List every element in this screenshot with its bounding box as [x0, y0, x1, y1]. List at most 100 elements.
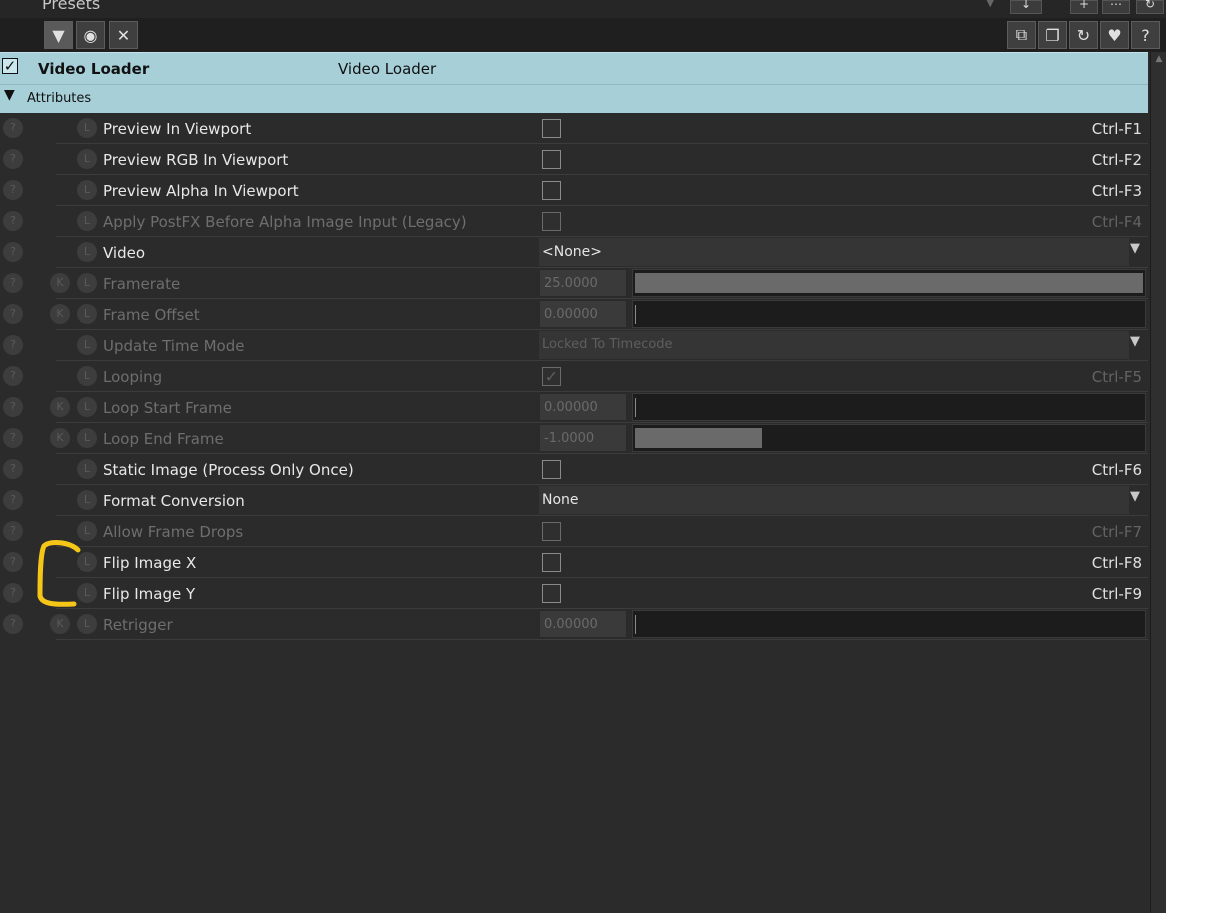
- help-icon[interactable]: ?: [3, 211, 23, 231]
- number-field[interactable]: 0.00000: [539, 393, 627, 421]
- scroll-up-icon[interactable]: ▲: [1153, 54, 1165, 64]
- link-icon[interactable]: L: [77, 149, 97, 169]
- slider-handle[interactable]: [635, 305, 636, 324]
- presets-dropdown-icon[interactable]: ▼: [986, 0, 994, 9]
- keyframe-icon[interactable]: K: [50, 614, 70, 634]
- attribute-checkbox[interactable]: [542, 181, 561, 200]
- help-button[interactable]: ?: [1131, 21, 1160, 49]
- attribute-row: ? K L Frame Offset 0.00000: [0, 299, 1148, 330]
- shortcut-label: Ctrl-F8: [1091, 554, 1142, 572]
- attribute-checkbox[interactable]: [542, 212, 561, 231]
- number-field[interactable]: 25.0000: [539, 269, 627, 297]
- keyframe-icon[interactable]: K: [50, 428, 70, 448]
- attribute-dropdown[interactable]: None: [539, 486, 1129, 514]
- heart-icon: ♥: [1107, 25, 1122, 45]
- dropdown-arrow-icon[interactable]: ▼: [1130, 241, 1140, 256]
- shortcut-label: Ctrl-F5: [1091, 368, 1142, 386]
- shortcut-label: Ctrl-F7: [1091, 523, 1142, 541]
- link-icon[interactable]: L: [77, 366, 97, 386]
- link-icon[interactable]: L: [77, 304, 97, 324]
- vertical-scrollbar[interactable]: ▲: [1150, 52, 1167, 913]
- help-icon[interactable]: ?: [3, 428, 23, 448]
- help-icon[interactable]: ?: [3, 583, 23, 603]
- link-icon[interactable]: L: [77, 397, 97, 417]
- help-icon[interactable]: ?: [3, 552, 23, 572]
- help-icon[interactable]: ?: [3, 273, 23, 293]
- collapse-triangle-icon[interactable]: ▼: [4, 87, 15, 103]
- help-icon[interactable]: ?: [3, 118, 23, 138]
- reset-button[interactable]: ↻: [1069, 21, 1098, 49]
- filter-button[interactable]: ▼: [44, 21, 73, 49]
- download-icon[interactable]: ↓: [1010, 0, 1042, 14]
- attribute-label: Frame Offset: [103, 306, 200, 324]
- refresh-icon[interactable]: ↻: [1136, 0, 1164, 14]
- keyframe-icon[interactable]: K: [50, 273, 70, 293]
- help-icon[interactable]: ?: [3, 304, 23, 324]
- paste-button[interactable]: ❐: [1038, 21, 1067, 49]
- link-icon[interactable]: L: [77, 428, 97, 448]
- attribute-label: Flip Image X: [103, 554, 197, 572]
- help-icon[interactable]: ?: [3, 490, 23, 510]
- help-icon[interactable]: ?: [3, 242, 23, 262]
- number-field[interactable]: 0.00000: [539, 610, 627, 638]
- row-divider: [56, 639, 1148, 640]
- copy-button[interactable]: ⧉: [1007, 21, 1036, 49]
- help-icon[interactable]: ?: [3, 397, 23, 417]
- help-icon[interactable]: ?: [3, 149, 23, 169]
- help-icon[interactable]: ?: [3, 614, 23, 634]
- link-icon[interactable]: L: [77, 335, 97, 355]
- attribute-checkbox[interactable]: [542, 150, 561, 169]
- attribute-label: Apply PostFX Before Alpha Image Input (L…: [103, 213, 467, 231]
- help-icon[interactable]: ?: [3, 366, 23, 386]
- link-icon[interactable]: L: [77, 180, 97, 200]
- favorite-button[interactable]: ♥: [1100, 21, 1129, 49]
- help-icon[interactable]: ?: [3, 335, 23, 355]
- number-field[interactable]: 0.00000: [539, 300, 627, 328]
- add-icon[interactable]: +: [1070, 0, 1098, 14]
- link-icon[interactable]: L: [77, 490, 97, 510]
- keyframe-icon[interactable]: K: [50, 304, 70, 324]
- attributes-section-header[interactable]: ▼ Attributes: [0, 84, 1148, 113]
- slider-handle[interactable]: [635, 615, 636, 634]
- keyframe-icon[interactable]: K: [50, 397, 70, 417]
- attribute-checkbox[interactable]: [542, 584, 561, 603]
- value-slider[interactable]: [632, 610, 1146, 638]
- link-icon[interactable]: L: [77, 614, 97, 634]
- clear-button[interactable]: ✕: [109, 21, 138, 49]
- attribute-checkbox[interactable]: [542, 119, 561, 138]
- help-icon[interactable]: ?: [3, 180, 23, 200]
- slider-handle[interactable]: [635, 398, 636, 417]
- attribute-checkbox[interactable]: [542, 460, 561, 479]
- number-field[interactable]: -1.0000: [539, 424, 627, 452]
- more-icon[interactable]: ⋯: [1102, 0, 1130, 14]
- link-icon[interactable]: L: [77, 459, 97, 479]
- target-button[interactable]: ◉: [76, 21, 105, 49]
- value-slider[interactable]: [632, 393, 1146, 421]
- attribute-label: Static Image (Process Only Once): [103, 461, 354, 479]
- attribute-checkbox[interactable]: [542, 522, 561, 541]
- help-icon[interactable]: ?: [3, 459, 23, 479]
- shortcut-label: Ctrl-F9: [1091, 585, 1142, 603]
- attribute-checkbox[interactable]: [542, 553, 561, 572]
- attribute-dropdown[interactable]: <None>: [539, 238, 1129, 266]
- dropdown-arrow-icon[interactable]: ▼: [1130, 489, 1140, 504]
- link-icon[interactable]: L: [77, 118, 97, 138]
- attribute-checkbox[interactable]: ✓: [542, 367, 561, 386]
- attribute-label: Preview Alpha In Viewport: [103, 182, 299, 200]
- help-icon[interactable]: ?: [3, 521, 23, 541]
- value-slider[interactable]: [632, 300, 1146, 328]
- attribute-label: Looping: [103, 368, 163, 386]
- attribute-row: ? K L Retrigger 0.00000: [0, 609, 1148, 640]
- value-slider[interactable]: [632, 424, 1146, 452]
- value-slider[interactable]: [632, 269, 1146, 297]
- link-icon[interactable]: L: [77, 242, 97, 262]
- attribute-row: ? K L Loop End Frame -1.0000: [0, 423, 1148, 454]
- link-icon[interactable]: L: [77, 273, 97, 293]
- dropdown-arrow-icon[interactable]: ▼: [1130, 334, 1140, 349]
- node-enable-checkbox[interactable]: ✓: [2, 58, 18, 74]
- attribute-dropdown[interactable]: Locked To Timecode: [539, 331, 1129, 359]
- attribute-row: ? L Apply PostFX Before Alpha Image Input …: [0, 206, 1148, 237]
- clear-icon: ✕: [116, 25, 131, 45]
- attribute-label: Framerate: [103, 275, 181, 293]
- link-icon[interactable]: L: [77, 211, 97, 231]
